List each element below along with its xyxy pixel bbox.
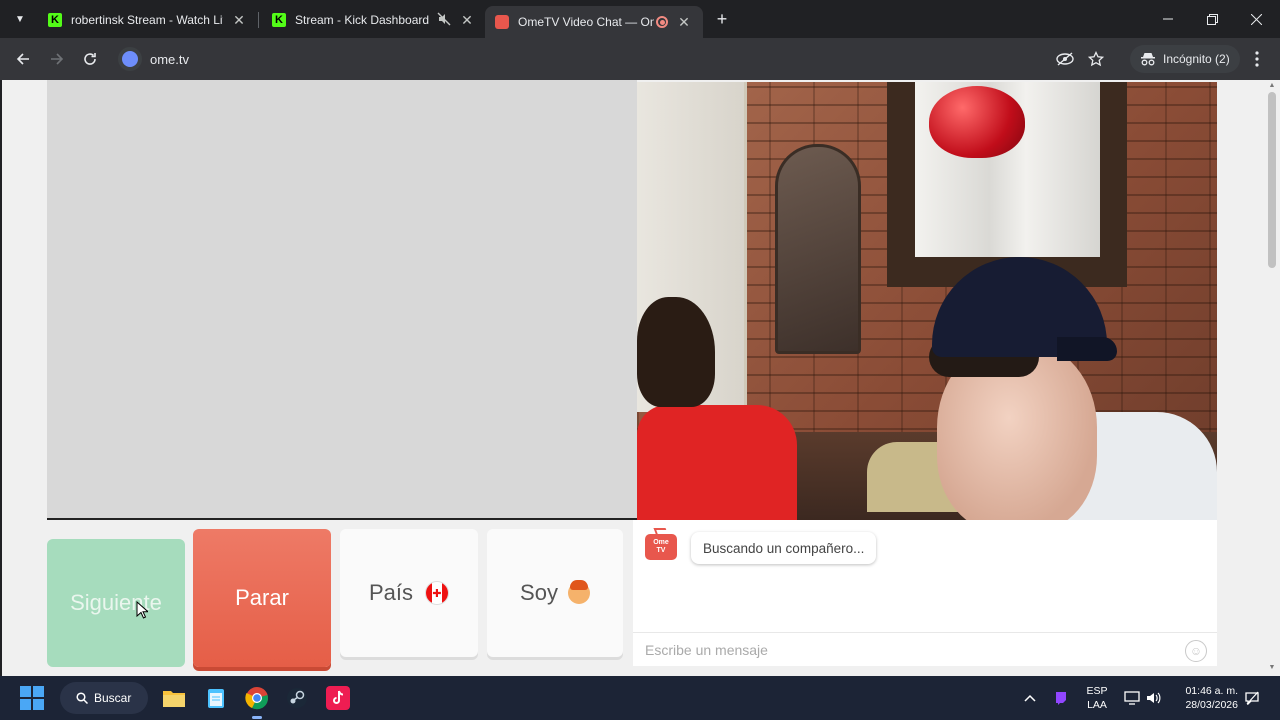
forward-button[interactable] xyxy=(46,48,68,70)
tab-search-button[interactable]: ▼ xyxy=(8,8,32,30)
person-red-shirt xyxy=(637,297,797,520)
taskbar-search[interactable]: Buscar xyxy=(60,682,148,714)
ometv-logo: Ome TV xyxy=(645,534,677,560)
red-shirt xyxy=(637,405,797,520)
more-vertical-icon xyxy=(1255,51,1259,67)
search-label: Buscar xyxy=(94,691,132,705)
tab-strip: ▼ K robertinsk Stream - Watch Live ✕ K S… xyxy=(0,0,1280,38)
country-button-label: País xyxy=(368,580,414,605)
ometv-page: Siguiente Parar País ✚ Soy Ome TV Buscan… xyxy=(2,80,1264,676)
chat-panel: Ome TV Buscando un compañero... Escribe … xyxy=(633,520,1217,666)
chevron-down-icon: ▼ xyxy=(15,13,25,25)
restore-icon xyxy=(1206,13,1218,25)
minimize-button[interactable] xyxy=(1148,6,1188,32)
mouse-cursor-icon xyxy=(136,601,148,619)
active-app-indicator xyxy=(252,716,262,719)
address-bar[interactable]: ome.tv xyxy=(112,43,1122,75)
restore-button[interactable] xyxy=(1192,6,1232,32)
country-button[interactable]: País ✚ xyxy=(340,529,478,657)
stop-button-label: Parar xyxy=(235,585,289,610)
chrome-icon[interactable] xyxy=(245,686,269,710)
logo-line-1: Ome xyxy=(653,539,669,546)
tracking-protection-icon[interactable] xyxy=(1056,50,1074,68)
emoji-icon[interactable]: ☺ xyxy=(1185,640,1207,662)
logo-line-2: TV xyxy=(656,547,666,554)
page-scrollbar[interactable]: ▲ ▼ xyxy=(1264,80,1280,676)
arrow-right-icon xyxy=(51,53,64,65)
windows-taskbar: Buscar ESP LAA 01:46 a. m. 28/03/2026 xyxy=(0,676,1280,720)
site-info-chip[interactable] xyxy=(118,47,142,71)
tiktok-icon[interactable] xyxy=(326,686,350,710)
stop-button[interactable]: Parar xyxy=(193,529,331,667)
kick-logo-icon: K xyxy=(48,13,62,27)
reload-button[interactable] xyxy=(79,48,101,70)
kick-logo-icon: K xyxy=(272,13,286,27)
scroll-up-arrow-icon[interactable]: ▲ xyxy=(1268,82,1276,90)
system-clock[interactable]: 01:46 a. m. 28/03/2026 xyxy=(1176,684,1238,712)
tab-ometv[interactable]: OmeTV Video Chat — Ome ✕ xyxy=(485,6,703,38)
muted-speaker-icon[interactable] xyxy=(437,12,451,29)
scroll-down-arrow-icon[interactable]: ▼ xyxy=(1268,664,1276,672)
chevron-up-icon[interactable] xyxy=(1020,686,1040,710)
incognito-icon xyxy=(1141,53,1155,66)
incognito-label: Incógnito (2) xyxy=(1163,52,1230,66)
gender-button[interactable]: Soy xyxy=(487,529,623,657)
cap-brim xyxy=(1057,337,1117,361)
ometv-site-icon xyxy=(122,51,138,67)
language-indicator[interactable]: ESP LAA xyxy=(1082,684,1112,712)
status-message: Buscando un compañero... xyxy=(691,532,877,564)
incognito-profile-button[interactable]: Incógnito (2) xyxy=(1130,45,1240,73)
notepad-icon[interactable] xyxy=(204,686,228,710)
language-code: ESP xyxy=(1086,685,1108,697)
tab-robertinsk-stream[interactable]: K robertinsk Stream - Watch Live ✕ xyxy=(38,6,257,34)
clock-date: 28/03/2026 xyxy=(1185,699,1238,711)
keyboard-layout: LAA xyxy=(1087,699,1107,711)
boy-avatar-icon xyxy=(567,580,590,604)
volume-icon[interactable] xyxy=(1144,686,1164,710)
url-text[interactable]: ome.tv xyxy=(150,52,189,67)
message-input[interactable]: Escribe un mensaje xyxy=(633,632,1217,666)
arrow-left-icon xyxy=(16,53,29,65)
close-icon[interactable]: ✕ xyxy=(459,12,475,29)
new-tab-button[interactable]: + xyxy=(712,8,732,30)
partner-video xyxy=(47,80,637,520)
heart-balloon xyxy=(929,86,1025,158)
minimize-icon xyxy=(1163,18,1173,20)
browser-menu-button[interactable] xyxy=(1248,48,1266,70)
tab-title: Stream - Kick Dashboard xyxy=(295,13,430,27)
ometv-favicon-icon xyxy=(495,15,509,29)
back-button[interactable] xyxy=(12,48,34,70)
scroll-thumb[interactable] xyxy=(1268,92,1276,268)
close-window-button[interactable] xyxy=(1236,6,1276,32)
close-icon xyxy=(1250,13,1262,25)
windows-start-icon[interactable] xyxy=(20,686,44,710)
recording-icon xyxy=(656,16,668,28)
tab-title: robertinsk Stream - Watch Live xyxy=(71,13,223,27)
search-icon xyxy=(76,692,88,704)
twitch-tray-icon[interactable] xyxy=(1052,686,1070,710)
clock-time: 01:46 a. m. xyxy=(1185,685,1238,697)
browser-toolbar: ome.tv Incógnito (2) xyxy=(0,38,1280,80)
bookmark-star-icon[interactable] xyxy=(1087,50,1105,68)
next-button[interactable]: Siguiente xyxy=(47,539,185,667)
gender-button-label: Soy xyxy=(520,580,558,605)
next-button-label: Siguiente xyxy=(70,590,162,615)
close-icon[interactable]: ✕ xyxy=(231,12,247,29)
notifications-icon[interactable] xyxy=(1242,686,1262,710)
self-camera-video xyxy=(637,82,1217,520)
close-icon[interactable]: ✕ xyxy=(676,14,692,31)
curly-hair xyxy=(637,297,715,407)
reload-icon xyxy=(84,53,96,65)
steam-icon[interactable] xyxy=(285,686,309,710)
canada-flag-icon: ✚ xyxy=(425,581,450,605)
tab-title: OmeTV Video Chat — Ome xyxy=(518,15,654,29)
tab-separator xyxy=(258,12,259,28)
network-icon[interactable] xyxy=(1122,686,1142,710)
file-explorer-icon[interactable] xyxy=(162,686,186,710)
tab-kick-dashboard[interactable]: K Stream - Kick Dashboard ✕ xyxy=(262,6,485,34)
